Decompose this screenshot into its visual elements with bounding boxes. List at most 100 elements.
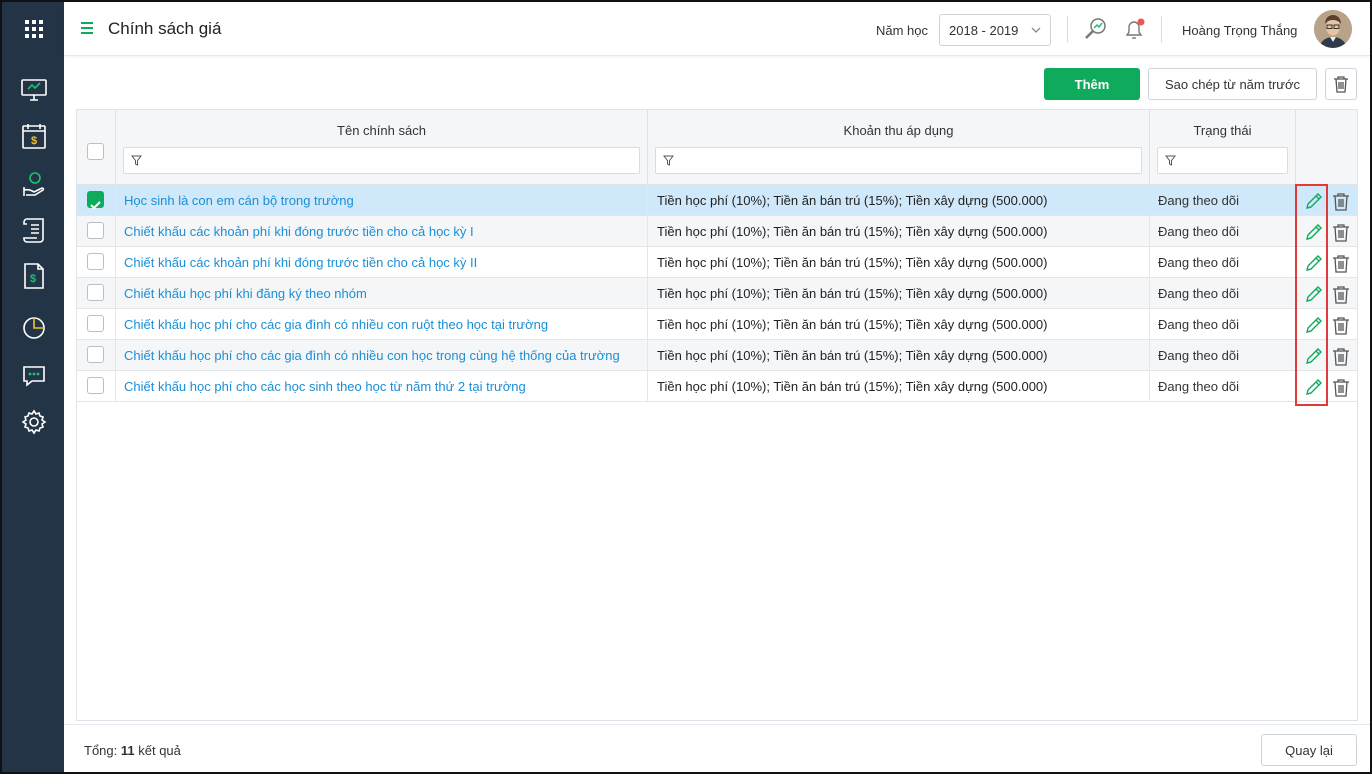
school-year-label: Năm học bbox=[876, 23, 929, 38]
policy-name-link[interactable]: Chiết khấu học phí khi đăng ký theo nhóm bbox=[116, 278, 648, 309]
filter-icon bbox=[663, 155, 674, 166]
filter-input-status[interactable] bbox=[1157, 147, 1288, 174]
total-prefix: Tổng: bbox=[84, 743, 118, 758]
column-header: Khoản thu áp dụng bbox=[843, 123, 954, 138]
filter-icon bbox=[1165, 155, 1176, 166]
settings-icon bbox=[21, 409, 47, 435]
trash-icon[interactable] bbox=[1332, 377, 1350, 402]
copy-from-last-year-button[interactable]: Sao chép từ năm trước bbox=[1148, 68, 1317, 100]
hamburger-menu-icon[interactable] bbox=[80, 21, 94, 35]
status-cell: Đang theo dõi bbox=[1150, 340, 1296, 371]
select-all-checkbox[interactable] bbox=[87, 143, 104, 160]
policy-name-link[interactable]: Chiết khấu học phí cho các gia đình có n… bbox=[116, 340, 648, 371]
row-actions bbox=[1296, 185, 1357, 216]
sidebar-item-collection[interactable] bbox=[18, 168, 50, 200]
column-header: Tên chính sách bbox=[337, 123, 426, 138]
header-divider bbox=[1161, 16, 1162, 42]
sidebar-item-settings[interactable] bbox=[18, 406, 50, 438]
column-actions bbox=[1296, 110, 1357, 184]
trash-icon[interactable] bbox=[1332, 253, 1350, 278]
status-cell: Đang theo dõi bbox=[1150, 247, 1296, 278]
row-checkbox[interactable] bbox=[87, 346, 104, 363]
policy-name-link[interactable]: Chiết khấu học phí cho các học sinh theo… bbox=[116, 371, 648, 402]
row-select-cell bbox=[77, 309, 116, 340]
chevron-down-icon bbox=[1031, 27, 1041, 33]
back-button[interactable]: Quay lại bbox=[1261, 734, 1357, 766]
row-select-cell bbox=[77, 216, 116, 247]
row-actions bbox=[1296, 371, 1357, 402]
policy-name-link[interactable]: Chiết khấu các khoản phí khi đóng trước … bbox=[116, 216, 648, 247]
trash-icon[interactable] bbox=[1332, 284, 1350, 309]
row-actions bbox=[1296, 340, 1357, 371]
trash-icon[interactable] bbox=[1332, 222, 1350, 247]
edit-pencil-icon[interactable] bbox=[1304, 284, 1324, 309]
price-policy-table: Tên chính sách Khoản thu áp dụng Trạng t… bbox=[76, 109, 1358, 721]
svg-text:$: $ bbox=[30, 273, 36, 285]
sidebar-item-fee-schedule[interactable]: $ bbox=[18, 120, 50, 152]
applied-fees-cell: Tiền học phí (10%); Tiền ăn bán trú (15%… bbox=[648, 309, 1150, 340]
trash-icon[interactable] bbox=[1332, 315, 1350, 340]
table-row[interactable]: Chiết khấu các khoản phí khi đóng trước … bbox=[77, 247, 1357, 278]
sidebar-item-messages[interactable] bbox=[18, 360, 50, 392]
delete-selected-button[interactable] bbox=[1325, 68, 1357, 100]
invoice-icon: $ bbox=[24, 263, 44, 289]
chat-icon bbox=[23, 366, 45, 387]
checkmark-icon bbox=[90, 201, 101, 210]
table-row[interactable]: Chiết khấu học phí khi đăng ký theo nhóm… bbox=[77, 278, 1357, 309]
edit-pencil-icon[interactable] bbox=[1304, 191, 1324, 216]
row-checkbox[interactable] bbox=[87, 284, 104, 301]
policy-name-link[interactable]: Học sinh là con em cán bộ trong trường bbox=[116, 185, 648, 216]
search-icon[interactable] bbox=[1083, 16, 1109, 42]
select-all-column bbox=[77, 110, 116, 184]
total-count: 11 bbox=[120, 743, 135, 758]
top-header: Chính sách giá Năm học 2018 - 2019 Hoàng… bbox=[64, 2, 1370, 56]
sidebar: $ $ bbox=[2, 2, 64, 772]
edit-pencil-icon[interactable] bbox=[1304, 222, 1324, 247]
app-window: $ $ Chính sách giá Năm học 2018 - 2019 H… bbox=[0, 0, 1372, 774]
edit-pencil-icon[interactable] bbox=[1304, 377, 1324, 402]
row-checkbox[interactable] bbox=[87, 253, 104, 270]
row-select-cell bbox=[77, 340, 116, 371]
row-select-cell bbox=[77, 185, 116, 216]
edit-pencil-icon[interactable] bbox=[1304, 315, 1324, 340]
table-row[interactable]: Chiết khấu học phí cho các gia đình có n… bbox=[77, 309, 1357, 340]
column-applied-fees: Khoản thu áp dụng bbox=[648, 110, 1150, 184]
row-checkbox[interactable] bbox=[87, 222, 104, 239]
school-year-select[interactable]: 2018 - 2019 bbox=[939, 14, 1051, 46]
row-checkbox[interactable] bbox=[87, 377, 104, 394]
applied-fees-cell: Tiền học phí (10%); Tiền ăn bán trú (15%… bbox=[648, 185, 1150, 216]
table-row[interactable]: Chiết khấu học phí cho các gia đình có n… bbox=[77, 340, 1357, 371]
trash-icon[interactable] bbox=[1332, 346, 1350, 371]
avatar[interactable] bbox=[1314, 10, 1352, 48]
table-row[interactable]: Chiết khấu các khoản phí khi đóng trước … bbox=[77, 216, 1357, 247]
column-policy-name: Tên chính sách bbox=[116, 110, 648, 184]
policy-name-link[interactable]: Chiết khấu các khoản phí khi đóng trước … bbox=[116, 247, 648, 278]
edit-pencil-icon[interactable] bbox=[1304, 253, 1324, 278]
user-name[interactable]: Hoàng Trọng Thắng bbox=[1182, 23, 1297, 38]
policy-name-link[interactable]: Chiết khấu học phí cho các gia đình có n… bbox=[116, 309, 648, 340]
table-row[interactable]: Học sinh là con em cán bộ trong trường Ti… bbox=[77, 185, 1357, 216]
trash-icon[interactable] bbox=[1332, 191, 1350, 216]
row-select-cell bbox=[77, 278, 116, 309]
row-checkbox[interactable] bbox=[87, 191, 104, 210]
sidebar-item-reports[interactable] bbox=[18, 312, 50, 344]
sidebar-item-documents[interactable] bbox=[18, 214, 50, 246]
row-actions bbox=[1296, 247, 1357, 278]
filter-input-policy-name[interactable] bbox=[123, 147, 640, 174]
apps-grid-icon[interactable] bbox=[24, 19, 44, 39]
sidebar-item-invoice[interactable]: $ bbox=[18, 260, 50, 292]
filter-input-applied-fees[interactable] bbox=[655, 147, 1142, 174]
status-cell: Đang theo dõi bbox=[1150, 371, 1296, 402]
status-cell: Đang theo dõi bbox=[1150, 216, 1296, 247]
table-row[interactable]: Chiết khấu học phí cho các học sinh theo… bbox=[77, 371, 1357, 402]
edit-pencil-icon[interactable] bbox=[1304, 346, 1324, 371]
row-actions bbox=[1296, 216, 1357, 247]
applied-fees-cell: Tiền học phí (10%); Tiền ăn bán trú (15%… bbox=[648, 278, 1150, 309]
footer: Tổng: 11 kết quả Quay lại bbox=[64, 724, 1370, 772]
notification-bell-icon[interactable] bbox=[1121, 16, 1147, 42]
row-checkbox[interactable] bbox=[87, 315, 104, 332]
table-body: Học sinh là con em cán bộ trong trường Ti… bbox=[77, 185, 1357, 402]
add-button[interactable]: Thêm bbox=[1044, 68, 1140, 100]
sidebar-item-dashboard[interactable] bbox=[18, 74, 50, 106]
trash-icon bbox=[1334, 76, 1348, 93]
